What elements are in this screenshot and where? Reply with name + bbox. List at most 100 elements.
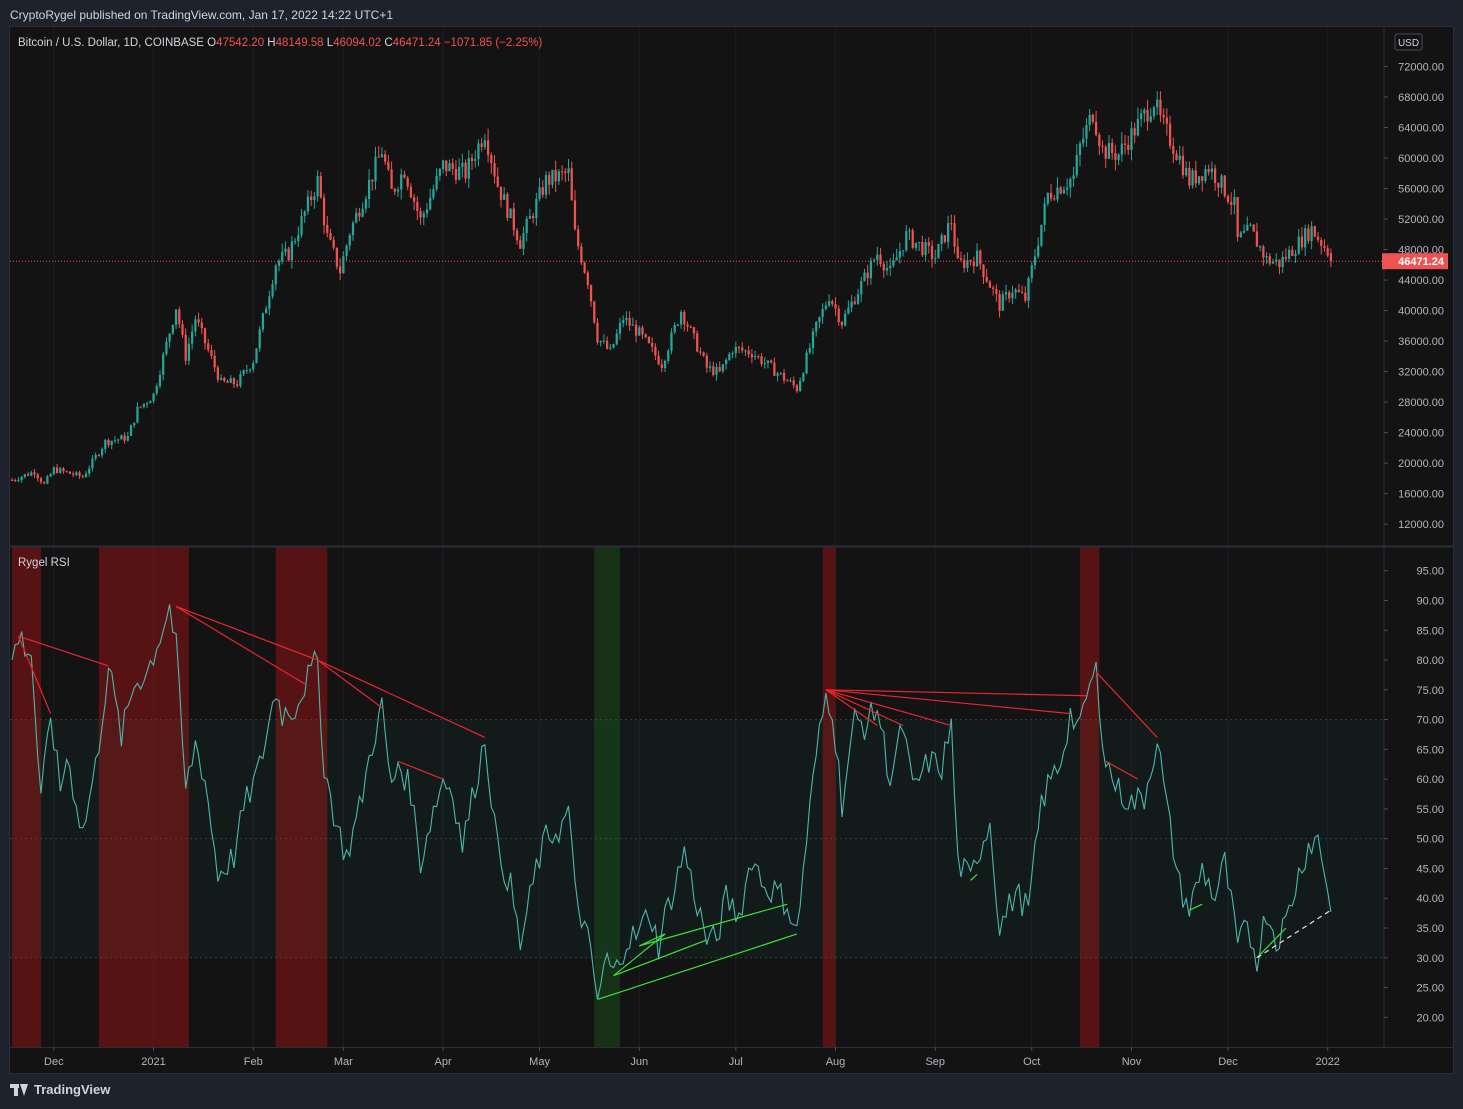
- candle-body: [1197, 176, 1201, 184]
- oversold-zone: [594, 547, 620, 1047]
- candle-body: [515, 230, 519, 241]
- candle-body: [419, 211, 422, 218]
- rsi-tick-label: 50.00: [1416, 834, 1444, 846]
- time-tick-label: Nov: [1122, 1056, 1142, 1068]
- candle-body: [480, 143, 483, 148]
- candle-body: [1024, 292, 1027, 301]
- candle-body: [55, 467, 59, 473]
- footer-brand: TradingView: [34, 1082, 111, 1097]
- candle-body: [538, 187, 541, 199]
- candle-body: [403, 174, 406, 178]
- candle-body: [322, 197, 326, 225]
- candle-body: [1046, 192, 1049, 204]
- candle-body: [638, 327, 641, 336]
- candle-body: [1004, 292, 1008, 295]
- candle-body: [631, 324, 634, 326]
- candle-body: [1008, 292, 1011, 299]
- time-tick-label: May: [529, 1056, 550, 1068]
- candle-body: [528, 216, 532, 219]
- candle-body: [248, 369, 252, 371]
- candle-body: [744, 350, 747, 352]
- candle-body: [226, 381, 229, 383]
- candle-body: [293, 241, 297, 243]
- candle-body: [1226, 196, 1230, 203]
- candle-body: [1056, 187, 1059, 200]
- candle-body: [612, 344, 615, 348]
- candle-body: [921, 242, 924, 256]
- overbought-zone: [1080, 547, 1100, 1047]
- candle-body: [265, 308, 268, 314]
- candle-body: [1252, 224, 1255, 232]
- candle-body: [924, 242, 927, 256]
- candle-body: [1049, 192, 1053, 199]
- candle-body: [458, 167, 461, 180]
- chart-svg[interactable]: Bitcoin / U.S. Dollar, 1D, COINBASE O475…: [10, 27, 1454, 1074]
- candle-body: [20, 476, 23, 481]
- candle-body: [721, 364, 725, 372]
- candle-body: [335, 247, 339, 267]
- candle-body: [1220, 175, 1223, 188]
- rsi-tick-label: 25.00: [1416, 983, 1444, 995]
- candle-body: [316, 176, 319, 197]
- candle-body: [1236, 197, 1239, 238]
- time-tick-label: Jul: [729, 1056, 743, 1068]
- candle-body: [81, 476, 84, 478]
- candle-body: [1030, 265, 1033, 279]
- candle-body: [1139, 113, 1143, 119]
- candle-body: [236, 384, 239, 386]
- candle-body: [763, 363, 766, 365]
- candle-body: [1326, 248, 1329, 256]
- candle-body: [432, 189, 435, 198]
- rsi-tick-label: 95.00: [1416, 566, 1444, 578]
- candle-body: [400, 174, 403, 190]
- candle-body: [184, 334, 187, 361]
- candle-body: [1143, 109, 1146, 114]
- candle-body: [609, 347, 612, 349]
- candle-body: [599, 340, 602, 343]
- candle-body: [699, 351, 702, 353]
- rsi-tick-label: 20.00: [1416, 1012, 1444, 1024]
- publish-line: CryptoRygel published on TradingView.com…: [10, 8, 394, 22]
- candle-body: [689, 326, 692, 328]
- candle-body: [737, 346, 741, 348]
- candle-body: [818, 317, 821, 322]
- candle-body: [470, 158, 474, 162]
- candle-body: [26, 474, 30, 476]
- candle-body: [895, 257, 898, 261]
- candle-body: [1217, 182, 1220, 188]
- candle-body: [824, 305, 827, 309]
- candle-body: [284, 248, 287, 253]
- candle-body: [901, 250, 905, 252]
- price-tick-label: 60000.00: [1398, 153, 1444, 165]
- candle-body: [1204, 169, 1207, 181]
- candle-body: [1117, 154, 1120, 160]
- rsi-tick-label: 85.00: [1416, 625, 1444, 637]
- candle-body: [1191, 170, 1194, 186]
- candle-body: [1111, 142, 1114, 154]
- candle-body: [1259, 246, 1262, 248]
- candle-body: [1059, 187, 1062, 194]
- candle-body: [203, 328, 207, 344]
- candle-body: [522, 233, 525, 249]
- time-tick-label: Jun: [630, 1056, 648, 1068]
- candle-body: [1316, 236, 1320, 240]
- candle-body: [1194, 170, 1197, 184]
- candle-body: [686, 324, 689, 327]
- candle-body: [512, 208, 515, 231]
- candle-body: [252, 363, 255, 370]
- candle-body: [506, 194, 509, 219]
- candle-body: [200, 322, 203, 329]
- candle-body: [995, 288, 998, 294]
- candle-body: [232, 378, 236, 385]
- tradingview-footer[interactable]: TradingView: [10, 1082, 110, 1097]
- candle-body: [396, 189, 400, 192]
- candle-body: [152, 393, 155, 402]
- overbought-zone: [822, 547, 836, 1047]
- candle-body: [371, 179, 374, 182]
- candle-body: [1188, 167, 1191, 186]
- candle-body: [708, 366, 712, 368]
- rsi-tick-label: 35.00: [1416, 923, 1444, 935]
- candle-body: [731, 353, 734, 355]
- candle-body: [1130, 128, 1133, 150]
- candle-body: [898, 251, 901, 258]
